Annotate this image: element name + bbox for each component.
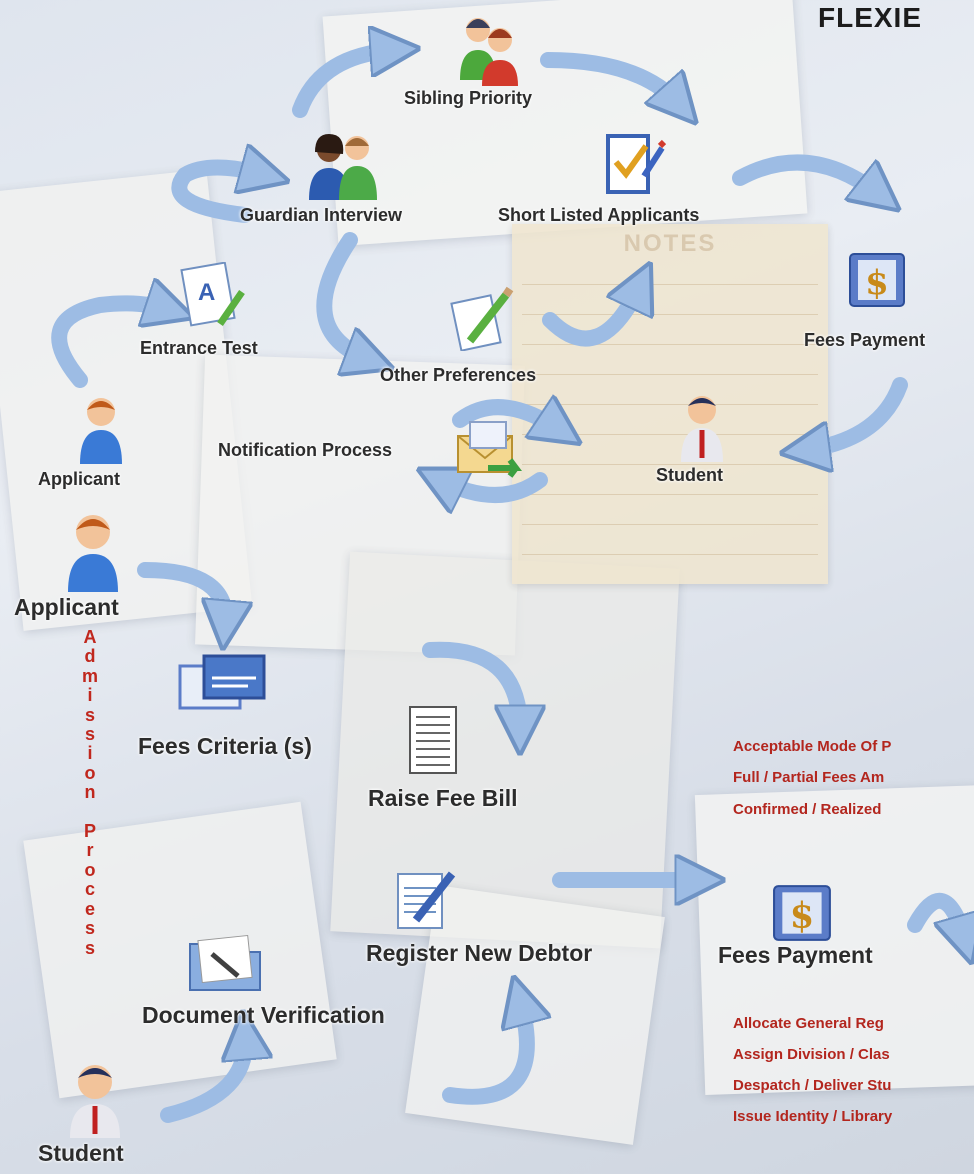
arrow bbox=[442, 1000, 527, 1105]
flow-arrows bbox=[51, 0, 974, 1123]
guardian-icon bbox=[309, 134, 377, 200]
checklist-icon bbox=[606, 134, 666, 194]
register-pen-icon bbox=[397, 871, 456, 929]
dollar-icon: $ bbox=[773, 885, 831, 941]
svg-text:$: $ bbox=[865, 263, 889, 303]
raise-fee-bill-label: Raise Fee Bill bbox=[368, 785, 518, 811]
arrow bbox=[292, 50, 395, 118]
post-payment-step: Allocate General Reg bbox=[733, 1015, 884, 1032]
student-label: Student bbox=[656, 465, 723, 485]
post-payment-step: Assign Division / Clas bbox=[733, 1046, 890, 1063]
applicant-label: Applicant bbox=[14, 594, 119, 620]
arrow bbox=[316, 232, 370, 360]
other-preferences-label: Other Preferences bbox=[380, 365, 537, 385]
arrow bbox=[907, 892, 965, 940]
test-paper-icon: A bbox=[180, 262, 245, 327]
post-payment-step: Despatch / Deliver Stu bbox=[733, 1077, 892, 1094]
svg-text:A: A bbox=[198, 279, 215, 306]
student-label: Student bbox=[38, 1140, 124, 1166]
short-listed-label: Short Listed Applicants bbox=[498, 205, 700, 225]
fees-payment-top-label: Fees Payment bbox=[804, 330, 926, 350]
dollar-icon: $ bbox=[849, 253, 905, 307]
arrow bbox=[805, 377, 908, 450]
arrow bbox=[440, 480, 548, 495]
page-title: FLEXIE bbox=[818, 2, 923, 33]
entrance-test-label: Entrance Test bbox=[140, 338, 258, 358]
arrow bbox=[137, 562, 225, 625]
guardian-interview-label: Guardian Interview bbox=[240, 205, 403, 225]
document-folder-icon bbox=[189, 934, 261, 991]
person-icon bbox=[681, 396, 723, 462]
payment-detail: Confirmed / Realized bbox=[733, 801, 882, 818]
arrow bbox=[160, 1035, 245, 1123]
mail-icon bbox=[457, 421, 522, 478]
admission-process-vertical-text: Adm iss ion Pr oce ss bbox=[81, 627, 98, 958]
payment-detail: Full / Partial Fees Am bbox=[733, 769, 885, 786]
sibling-priority-label: Sibling Priority bbox=[404, 88, 533, 108]
person-icon bbox=[68, 515, 118, 592]
applicant-label: Applicant bbox=[38, 469, 121, 489]
register-new-debtor-label: Register New Debtor bbox=[366, 940, 593, 966]
svg-text:$: $ bbox=[790, 895, 814, 936]
document-verification-label: Document Verification bbox=[142, 1002, 385, 1028]
person-icon bbox=[80, 398, 122, 464]
arrow bbox=[542, 285, 640, 347]
bill-icon bbox=[409, 706, 457, 774]
arrow bbox=[540, 52, 680, 105]
post-payment-step: Issue Identity / Library bbox=[733, 1108, 893, 1125]
arrow bbox=[732, 154, 880, 195]
notification-process-label: Notification Process bbox=[218, 440, 393, 460]
payment-detail: Acceptable Mode Of P bbox=[733, 738, 892, 755]
person-icon bbox=[70, 1065, 120, 1138]
fees-criteria-icon bbox=[178, 654, 266, 710]
sibling-icon bbox=[460, 18, 518, 86]
fees-payment-bottom-label: Fees Payment bbox=[718, 942, 873, 968]
notepad-pencil-icon bbox=[450, 286, 514, 351]
fees-criteria-label: Fees Criteria (s) bbox=[138, 733, 312, 759]
